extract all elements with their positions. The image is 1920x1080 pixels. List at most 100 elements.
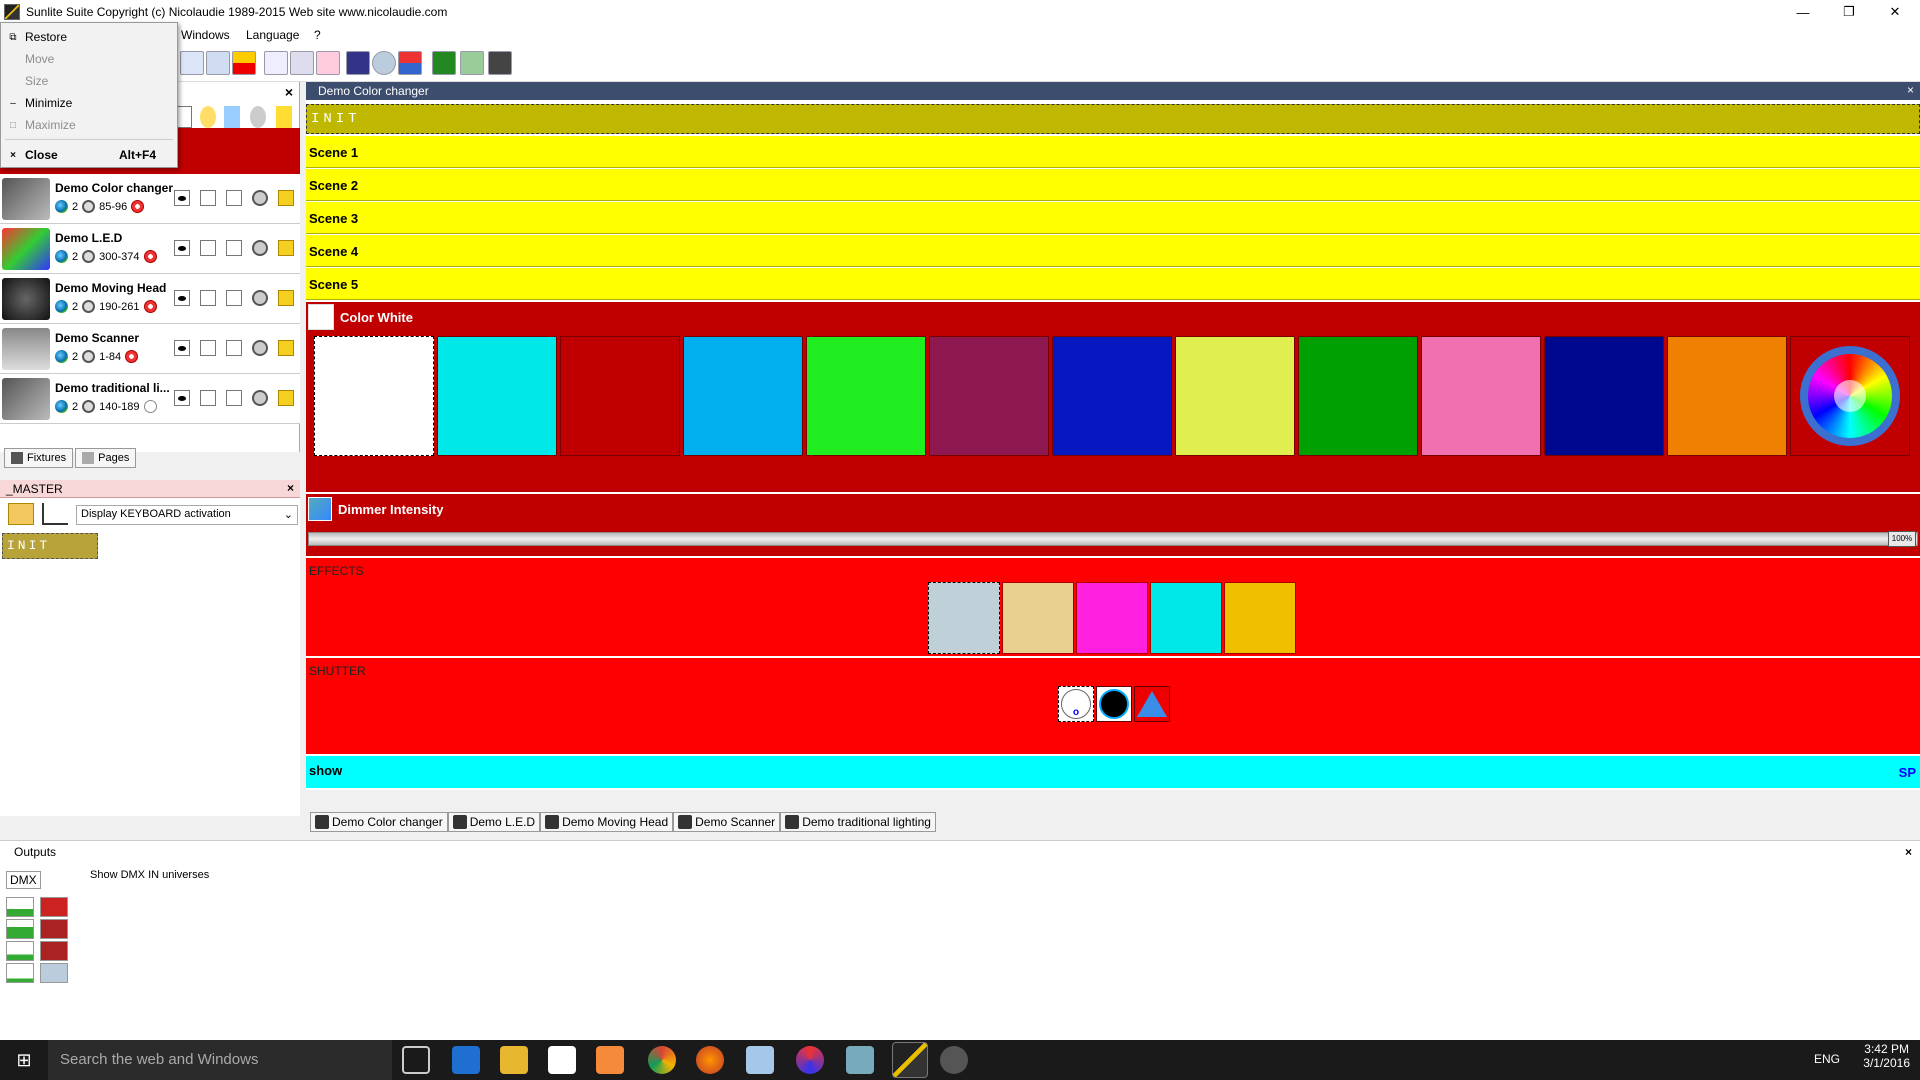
master-init-button[interactable]: INIT (2, 533, 98, 559)
scene-button[interactable]: Scene 1 (306, 136, 1920, 168)
checkbox[interactable] (226, 390, 242, 406)
fixtures-panel-close-icon[interactable]: × (285, 84, 293, 100)
tab-fixtures[interactable]: Fixtures (4, 448, 74, 468)
dmx-knob-icon[interactable] (252, 390, 268, 406)
page-tab[interactable]: Demo L.E.D (447, 812, 541, 832)
color-swatch-button[interactable] (1052, 336, 1172, 456)
eye-icon[interactable] (174, 190, 190, 206)
scene-button[interactable]: Scene 5 (306, 268, 1920, 300)
effect-button[interactable] (928, 582, 1000, 654)
edge-browser-icon[interactable] (452, 1046, 480, 1074)
color-swatch-button[interactable] (1298, 336, 1418, 456)
color-swatch-button[interactable] (1175, 336, 1295, 456)
toolbar-icon-4[interactable] (264, 51, 288, 75)
close-button[interactable]: ✕ (1872, 0, 1918, 24)
chrome-icon[interactable] (648, 1046, 676, 1074)
eye-icon[interactable] (174, 340, 190, 356)
checkbox[interactable] (226, 190, 242, 206)
fixture-row[interactable]: Demo Scanner 2 1-84 (0, 324, 300, 374)
color-swatch-button[interactable] (806, 336, 926, 456)
checkbox[interactable] (226, 290, 242, 306)
eye-column-icon[interactable] (176, 106, 192, 128)
color-swatch-button[interactable] (1667, 336, 1787, 456)
dmx-faders-icon[interactable] (40, 963, 68, 983)
fixture-row[interactable]: Demo Moving Head 2 190-261 (0, 274, 300, 324)
page-tab[interactable]: Demo Moving Head (540, 812, 674, 832)
outputs-close-icon[interactable]: × (1905, 845, 1912, 859)
main-horizontal-scrollbar[interactable] (306, 792, 1920, 806)
dmx-255-icon[interactable] (40, 941, 68, 961)
checkbox[interactable] (226, 340, 242, 356)
crown-icon[interactable] (278, 290, 294, 306)
tab-pages[interactable]: Pages (75, 448, 137, 468)
color-swatch-button[interactable] (560, 336, 680, 456)
crown-column-icon[interactable] (276, 106, 292, 128)
crown-icon[interactable] (278, 340, 294, 356)
checkbox[interactable] (200, 340, 216, 356)
toolbar-icon-2[interactable] (206, 51, 230, 75)
checkbox[interactable] (226, 240, 242, 256)
crown-icon[interactable] (278, 190, 294, 206)
master-close-icon[interactable]: × (287, 481, 294, 495)
dmx-100-icon[interactable] (40, 919, 68, 939)
menu-windows[interactable]: Windows (181, 28, 230, 42)
app-logo-icon[interactable] (4, 4, 20, 20)
minimize-button[interactable]: — (1780, 0, 1826, 24)
scene-button[interactable]: Scene 4 (306, 235, 1920, 267)
color-swatch-button[interactable] (683, 336, 803, 456)
eye-icon[interactable] (174, 390, 190, 406)
sliders-icon[interactable] (8, 503, 34, 525)
effect-button[interactable] (1224, 582, 1296, 654)
shutter-open-button[interactable]: o (1058, 686, 1094, 722)
effect-button[interactable] (1002, 582, 1074, 654)
checkbox[interactable] (200, 390, 216, 406)
media-icon[interactable] (596, 1046, 624, 1074)
toolbar-icon-7[interactable] (346, 51, 370, 75)
resize-icon[interactable] (42, 503, 68, 525)
sunlite-suite-icon[interactable] (892, 1042, 928, 1078)
checkbox[interactable] (200, 240, 216, 256)
toolbar-icon-9[interactable] (398, 51, 422, 75)
fixture-row[interactable]: Demo L.E.D 2 300-374 (0, 224, 300, 274)
dmx-bar-icon[interactable] (6, 963, 34, 983)
crown-icon[interactable] (278, 390, 294, 406)
checkbox[interactable] (200, 290, 216, 306)
shutter-closed-button[interactable] (1096, 686, 1132, 722)
sysmenu-minimize[interactable]: – Minimize (1, 93, 177, 113)
dmx-knob-icon[interactable] (252, 340, 268, 356)
restore-button[interactable]: ❐ (1826, 0, 1872, 24)
dmx-knob-icon[interactable] (252, 240, 268, 256)
clock[interactable]: 3:42 PM 3/1/2016 (1863, 1042, 1910, 1070)
dmx-level-icon[interactable] (40, 897, 68, 917)
app-icon[interactable] (796, 1046, 824, 1074)
app-icon[interactable] (846, 1046, 874, 1074)
main-panel-close-icon[interactable]: × (1907, 83, 1914, 97)
toolbar-icon-11[interactable] (460, 51, 484, 75)
file-explorer-icon[interactable] (500, 1046, 528, 1074)
scene-button[interactable]: Scene 2 (306, 169, 1920, 201)
hand-column-icon[interactable] (200, 106, 216, 128)
page-tab[interactable]: Demo traditional lighting (780, 812, 936, 832)
dmx-bar-icon[interactable] (6, 941, 34, 961)
dimmer-slider-thumb[interactable]: 100% (1888, 531, 1916, 547)
toolbar-icon-3[interactable] (232, 51, 256, 75)
color-swatch-button[interactable] (1544, 336, 1664, 456)
dmx-bar-icon[interactable] (6, 897, 34, 917)
dimmer-slider-track[interactable] (308, 532, 1918, 546)
color-swatch-button[interactable] (929, 336, 1049, 456)
dmx-column-icon[interactable] (250, 106, 266, 128)
color-swatch-button[interactable] (1421, 336, 1541, 456)
snowflake-column-icon[interactable] (224, 106, 240, 128)
eye-icon[interactable] (174, 240, 190, 256)
show-button[interactable]: show SP (306, 756, 1920, 788)
toolbar-icon-5[interactable] (290, 51, 314, 75)
effect-button[interactable] (1150, 582, 1222, 654)
toolbar-icon-1[interactable] (180, 51, 204, 75)
init-button[interactable]: INIT (306, 104, 1920, 134)
keyboard-activation-select[interactable]: Display KEYBOARD activation ⌄ (76, 505, 298, 525)
left-horizontal-scrollbar[interactable] (0, 816, 300, 830)
shutter-strobe-button[interactable] (1134, 686, 1170, 722)
task-view-icon[interactable] (402, 1046, 430, 1074)
color-swatch-button[interactable] (437, 336, 557, 456)
dmx-knob-icon[interactable] (252, 290, 268, 306)
